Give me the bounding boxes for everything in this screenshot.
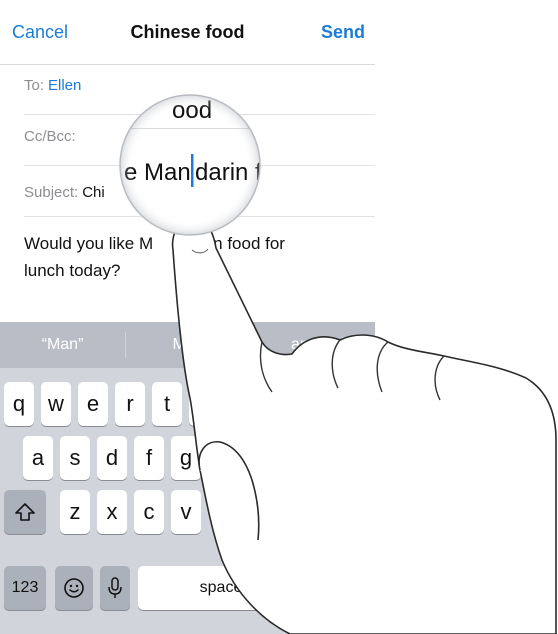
subject-label: Subject: bbox=[24, 184, 79, 201]
message-body[interactable]: Would you like M n food for lunch today? bbox=[24, 230, 344, 284]
prediction-option-2[interactable]: Man bbox=[126, 322, 250, 368]
key-c[interactable]: c bbox=[134, 490, 164, 534]
key-a[interactable]: a bbox=[23, 436, 53, 480]
key-d[interactable]: d bbox=[97, 436, 127, 480]
subject-value[interactable]: Chi bbox=[82, 184, 105, 201]
predictive-text-bar: “Man” Man anaged bbox=[0, 322, 375, 368]
key-r[interactable]: r bbox=[115, 382, 145, 426]
to-label: To: bbox=[24, 77, 45, 94]
key-e[interactable]: e bbox=[78, 382, 108, 426]
cc-bcc-field[interactable]: Cc/Bcc: bbox=[24, 115, 375, 166]
key-q[interactable]: q bbox=[4, 382, 34, 426]
key-s[interactable]: s bbox=[60, 436, 90, 480]
prediction-option-3[interactable]: anaged bbox=[251, 322, 375, 368]
message-body-text: Would you like M bbox=[24, 234, 154, 253]
key-y[interactable]: y bbox=[189, 382, 219, 426]
key-f[interactable]: f bbox=[134, 436, 164, 480]
compose-title: Chinese food bbox=[130, 22, 245, 42]
message-body-line2: lunch today? bbox=[24, 261, 121, 280]
key-x[interactable]: x bbox=[97, 490, 127, 534]
shift-key[interactable] bbox=[4, 490, 46, 534]
mail-compose-screen: Cancel Chinese food Send To: Ellen Cc/Bcc… bbox=[0, 0, 375, 634]
emoji-icon bbox=[64, 578, 84, 598]
key-v[interactable]: v bbox=[171, 490, 201, 534]
message-body-text-after: n food for bbox=[213, 234, 285, 253]
prediction-option-1[interactable]: “Man” bbox=[0, 322, 125, 368]
key-g[interactable]: g bbox=[171, 436, 201, 480]
key-w[interactable]: w bbox=[41, 382, 71, 426]
keyboard: q w e r t y a s d f g z x c v 123 space bbox=[0, 368, 375, 634]
microphone-icon bbox=[108, 577, 122, 598]
emoji-key[interactable] bbox=[55, 566, 93, 610]
key-z[interactable]: z bbox=[60, 490, 90, 534]
subject-field[interactable]: Subject: Chi bbox=[24, 166, 375, 217]
shift-arrow-icon bbox=[15, 503, 35, 521]
space-bar[interactable]: space bbox=[138, 566, 304, 610]
cc-bcc-label: Cc/Bcc: bbox=[24, 128, 76, 145]
to-recipient[interactable]: Ellen bbox=[48, 77, 81, 94]
dictation-key[interactable] bbox=[100, 566, 130, 610]
numbers-key[interactable]: 123 bbox=[4, 566, 46, 610]
key-t[interactable]: t bbox=[152, 382, 182, 426]
to-field[interactable]: To: Ellen bbox=[24, 64, 375, 115]
navigation-bar: Cancel Chinese food Send bbox=[0, 0, 375, 65]
send-button[interactable]: Send bbox=[321, 22, 365, 43]
